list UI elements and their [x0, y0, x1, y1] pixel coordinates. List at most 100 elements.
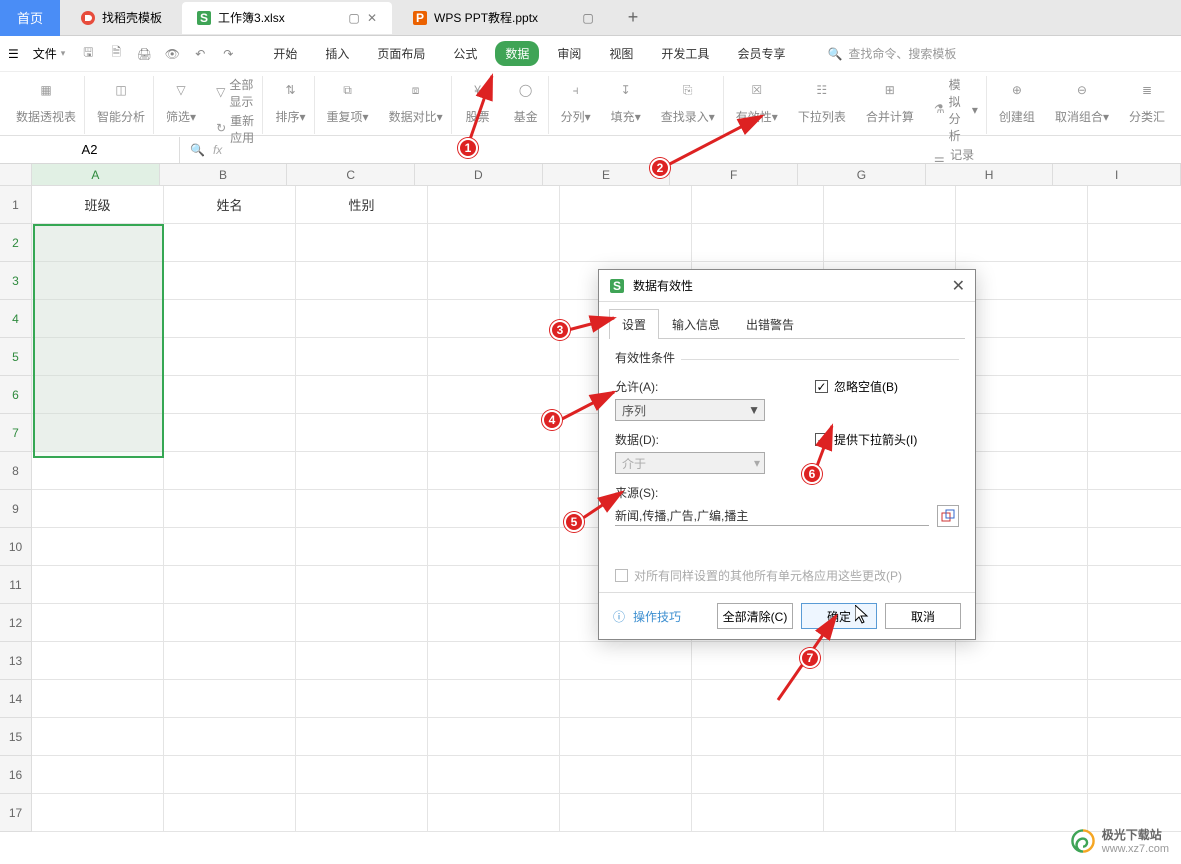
row-header[interactable]: 6	[0, 376, 32, 414]
cell[interactable]	[164, 756, 296, 794]
row-header[interactable]: 4	[0, 300, 32, 338]
cell[interactable]	[1088, 224, 1181, 262]
cell[interactable]	[296, 376, 428, 414]
doc-tab-ppt[interactable]: P WPS PPT教程.pptx ▢	[398, 2, 608, 34]
column-header[interactable]: A	[32, 164, 160, 186]
cell[interactable]	[560, 680, 692, 718]
fx-icon[interactable]: fx	[213, 143, 222, 157]
cell[interactable]	[692, 718, 824, 756]
cell[interactable]	[428, 224, 560, 262]
cell[interactable]	[692, 186, 824, 224]
reapply-button[interactable]: ↻重新应用	[216, 112, 254, 146]
cell[interactable]	[164, 642, 296, 680]
cell[interactable]	[1088, 186, 1181, 224]
row-header[interactable]: 14	[0, 680, 32, 718]
cell[interactable]	[956, 718, 1088, 756]
cell[interactable]	[1088, 604, 1181, 642]
duplicates-button[interactable]: ⧉重复项▾	[319, 76, 377, 134]
cell[interactable]	[164, 604, 296, 642]
show-all-button[interactable]: ▽全部显示	[216, 76, 254, 110]
row-header[interactable]: 8	[0, 452, 32, 490]
cell[interactable]	[956, 224, 1088, 262]
tab-insert[interactable]: 插入	[315, 41, 359, 66]
cell[interactable]	[296, 300, 428, 338]
cell[interactable]	[824, 680, 956, 718]
pivot-button[interactable]: ▦数据透视表	[8, 76, 85, 134]
cell[interactable]	[164, 680, 296, 718]
source-input[interactable]	[615, 507, 929, 526]
dialog-tab-error[interactable]: 出错警告	[733, 309, 807, 339]
cell[interactable]	[956, 680, 1088, 718]
smart-analysis-button[interactable]: ◫智能分析	[89, 76, 154, 134]
fund-button[interactable]: ◯基金	[504, 76, 549, 134]
cell[interactable]: 班级	[32, 186, 164, 224]
cancel-formula-icon[interactable]: 🔍	[190, 143, 205, 157]
range-picker-icon[interactable]	[937, 505, 959, 527]
cell[interactable]	[296, 414, 428, 452]
cell[interactable]	[296, 756, 428, 794]
redo-icon[interactable]: ↷	[219, 45, 237, 63]
cell[interactable]	[956, 642, 1088, 680]
save-icon[interactable]: 🖫	[79, 45, 97, 63]
cell[interactable]	[164, 566, 296, 604]
cell[interactable]	[32, 604, 164, 642]
group-button[interactable]: ⊕创建组	[991, 76, 1043, 134]
cell[interactable]	[428, 452, 560, 490]
select-all-corner[interactable]	[0, 164, 32, 186]
filter-button[interactable]: ▽筛选▾	[158, 76, 204, 134]
cell[interactable]	[1088, 756, 1181, 794]
cell[interactable]	[296, 338, 428, 376]
cell[interactable]	[1088, 262, 1181, 300]
doc-tab-workbook[interactable]: S 工作簿3.xlsx ▢ ✕	[182, 2, 392, 34]
dialog-tab-settings[interactable]: 设置	[609, 309, 659, 339]
cell[interactable]	[956, 756, 1088, 794]
ignore-blank-checkbox[interactable]: ✓忽略空值(B)	[815, 378, 898, 395]
print-preview-icon[interactable]: 👁	[163, 45, 181, 63]
cell[interactable]	[428, 262, 560, 300]
row-header[interactable]: 16	[0, 756, 32, 794]
row-header[interactable]: 3	[0, 262, 32, 300]
cell[interactable]	[428, 490, 560, 528]
cell[interactable]	[428, 376, 560, 414]
row-header[interactable]: 13	[0, 642, 32, 680]
column-header[interactable]: H	[926, 164, 1054, 186]
cell[interactable]	[32, 490, 164, 528]
cell[interactable]	[560, 224, 692, 262]
cell[interactable]	[32, 756, 164, 794]
subtotal-button[interactable]: ≣分类汇	[1121, 76, 1173, 134]
cell[interactable]	[824, 642, 956, 680]
row-header[interactable]: 9	[0, 490, 32, 528]
cell[interactable]	[824, 224, 956, 262]
row-header[interactable]: 17	[0, 794, 32, 832]
cell[interactable]	[692, 794, 824, 832]
undo-icon[interactable]: ↶	[191, 45, 209, 63]
column-header[interactable]: D	[415, 164, 543, 186]
cell[interactable]	[296, 794, 428, 832]
column-header[interactable]: B	[160, 164, 288, 186]
row-header[interactable]: 2	[0, 224, 32, 262]
name-box-input[interactable]	[30, 142, 150, 157]
cell[interactable]	[164, 794, 296, 832]
cell[interactable]	[956, 794, 1088, 832]
tab-formula[interactable]: 公式	[443, 41, 487, 66]
cell[interactable]	[428, 756, 560, 794]
column-header[interactable]: C	[287, 164, 415, 186]
cell[interactable]	[428, 338, 560, 376]
cell[interactable]	[164, 718, 296, 756]
cell[interactable]	[560, 186, 692, 224]
cell[interactable]	[164, 224, 296, 262]
cell[interactable]	[824, 794, 956, 832]
cell[interactable]	[1088, 452, 1181, 490]
cell[interactable]	[164, 414, 296, 452]
column-header[interactable]: I	[1053, 164, 1181, 186]
cell[interactable]	[824, 718, 956, 756]
cell[interactable]	[1088, 680, 1181, 718]
cell[interactable]	[1088, 642, 1181, 680]
dialog-tab-input[interactable]: 输入信息	[659, 309, 733, 339]
clear-all-button[interactable]: 全部清除(C)	[717, 603, 793, 629]
cell[interactable]	[296, 224, 428, 262]
split-columns-button[interactable]: ⫞分列▾	[553, 76, 599, 134]
cell[interactable]	[296, 262, 428, 300]
tab-vip[interactable]: 会员专享	[727, 41, 795, 66]
column-header[interactable]: F	[670, 164, 798, 186]
